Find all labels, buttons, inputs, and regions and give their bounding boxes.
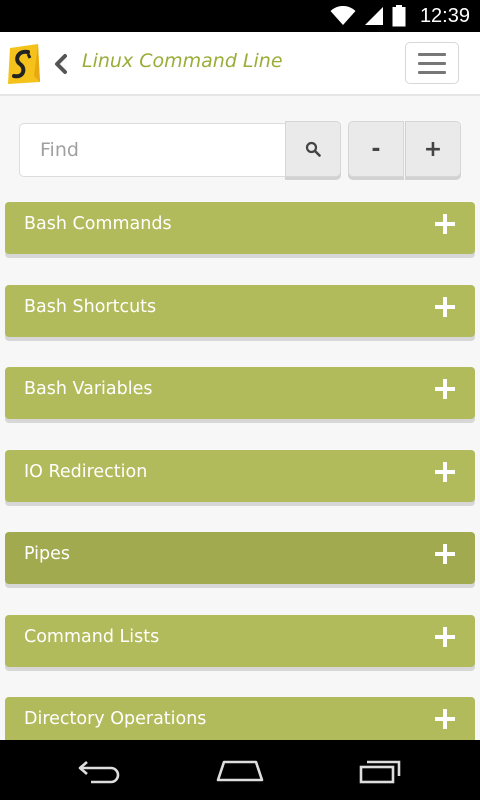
recents-icon <box>359 760 401 784</box>
section-bash-shortcuts[interactable]: Bash Shortcuts <box>5 284 475 337</box>
section-command-lists[interactable]: Command Lists <box>5 614 475 667</box>
app-header: Linux Command Line <box>0 32 480 96</box>
expand-plus-icon <box>435 296 455 317</box>
section-label: IO Redirection <box>24 461 148 482</box>
zoom-controls: - + <box>348 121 461 177</box>
app-title: Linux Command Line <box>82 50 283 72</box>
search-icon <box>305 141 321 157</box>
section-pipes[interactable]: Pipes <box>5 532 475 584</box>
expand-plus-icon <box>435 544 455 564</box>
expand-plus-icon <box>435 626 455 647</box>
signal-icon <box>364 7 383 25</box>
hamburger-menu-button[interactable] <box>405 42 459 84</box>
search-input[interactable] <box>19 123 285 177</box>
section-io-redirection[interactable]: IO Redirection <box>5 449 475 502</box>
expand-plus-icon <box>435 709 455 729</box>
system-nav-bar <box>0 740 480 800</box>
hamburger-menu-icon <box>418 52 446 56</box>
home-icon <box>216 760 264 782</box>
nav-home-button[interactable] <box>216 756 264 786</box>
section-label: Bash Commands <box>24 214 172 234</box>
zoom-in-button[interactable]: + <box>405 121 461 177</box>
section-list: Bash Commands Bash Shortcuts Bash Variab… <box>5 202 475 780</box>
back-icon <box>78 761 120 784</box>
nav-back-button[interactable] <box>76 756 124 786</box>
expand-plus-icon <box>435 461 455 482</box>
wifi-icon <box>330 6 356 25</box>
battery-icon <box>392 5 406 27</box>
search-row: - + <box>19 121 461 177</box>
expand-plus-icon <box>435 379 455 399</box>
status-bar: 12:39 <box>0 0 480 32</box>
back-chevron-icon[interactable] <box>52 52 70 76</box>
app-logo <box>8 44 40 84</box>
section-label: Pipes <box>24 544 71 564</box>
section-label: Command Lists <box>24 626 160 647</box>
section-bash-variables[interactable]: Bash Variables <box>5 367 475 419</box>
section-label: Bash Shortcuts <box>24 296 157 317</box>
search-button[interactable] <box>285 121 341 177</box>
section-bash-commands[interactable]: Bash Commands <box>5 202 475 254</box>
nav-recents-button[interactable] <box>356 756 404 786</box>
section-label: Bash Variables <box>24 379 153 399</box>
clock: 12:39 <box>419 4 470 27</box>
expand-plus-icon <box>435 214 455 234</box>
zoom-out-button[interactable]: - <box>348 121 404 177</box>
section-label: Directory Operations <box>24 709 207 729</box>
